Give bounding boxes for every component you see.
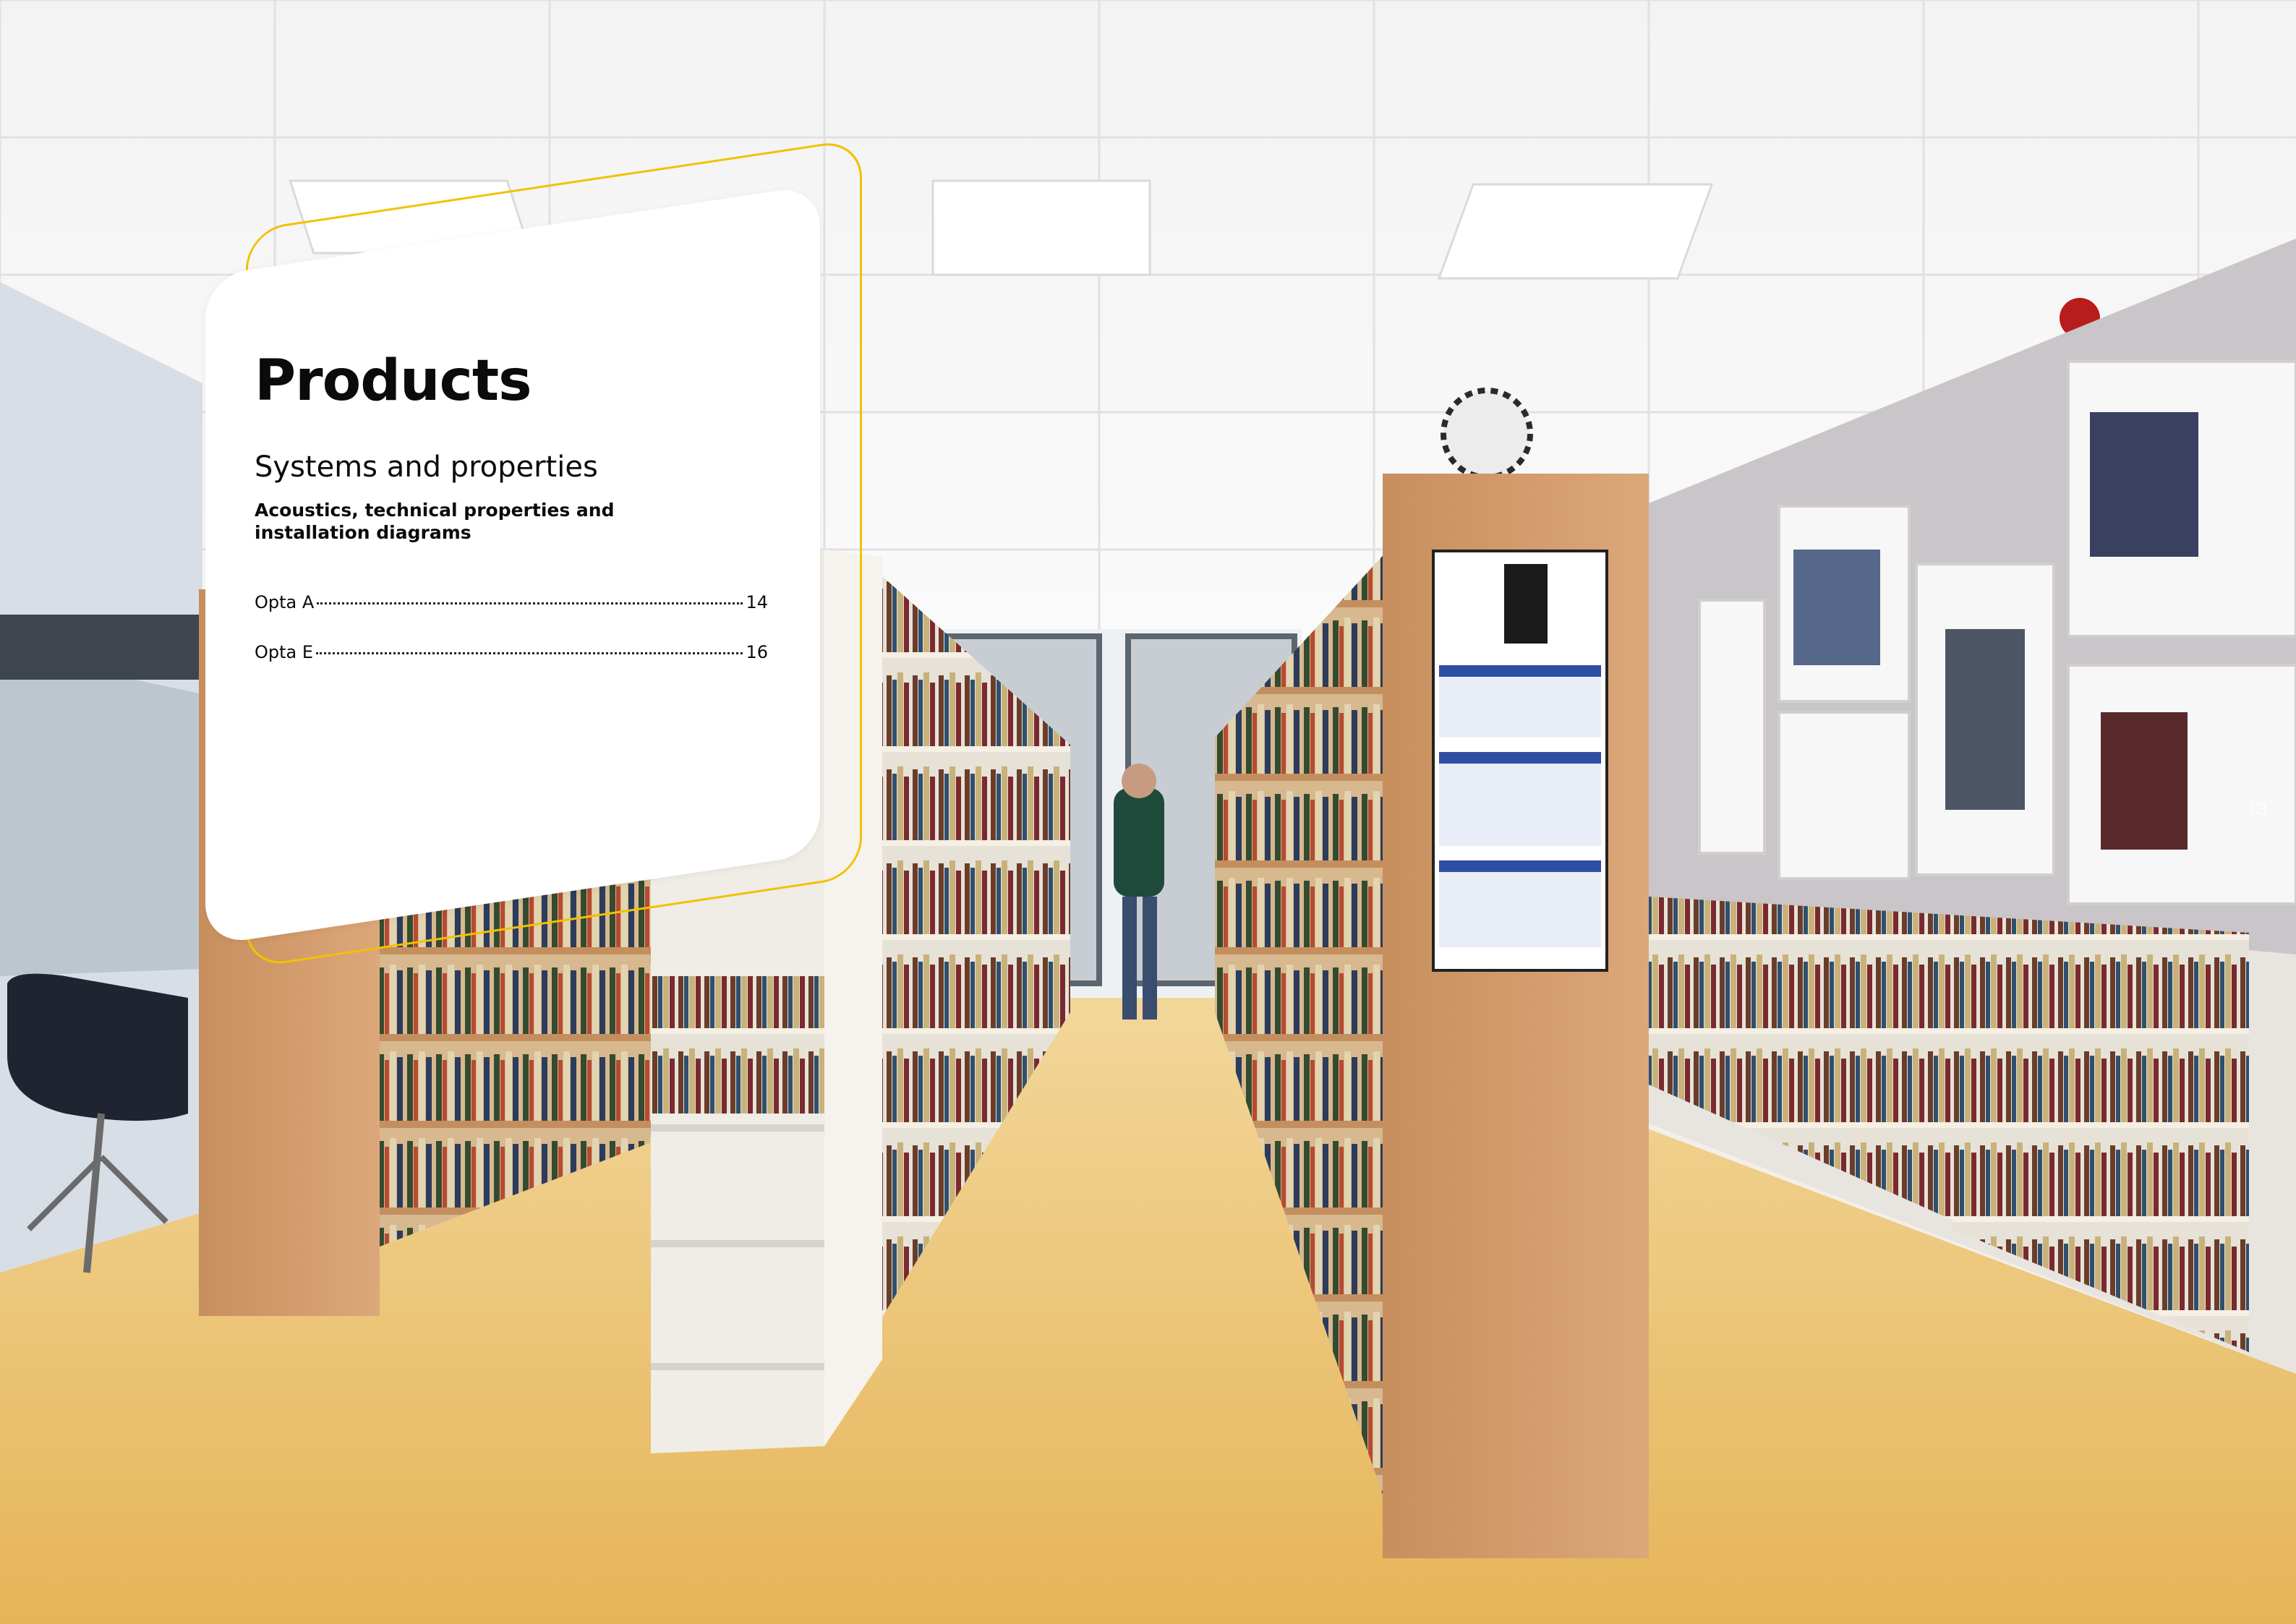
table-of-contents: Opta A 14 Opta E 16: [255, 592, 768, 692]
toc-dot-leader: [316, 651, 743, 654]
toc-dot-leader: [317, 602, 743, 604]
toc-entry-label: Opta E: [255, 641, 314, 662]
brochure-page: Products Systems and properties Acoustic…: [0, 0, 2296, 1624]
page-title: Products: [255, 349, 532, 414]
toc-entry-opta-e[interactable]: Opta E 16: [255, 642, 768, 692]
toc-entry-page: 16: [746, 641, 768, 662]
page-subtitle: Systems and properties: [255, 450, 598, 484]
toc-entry-opta-a[interactable]: Opta A 14: [255, 592, 768, 642]
section-description: Acoustics, technical properties and inst…: [255, 500, 615, 544]
toc-entry-label: Opta A: [255, 591, 315, 612]
page-number: 13: [2248, 801, 2268, 819]
toc-entry-page: 14: [746, 591, 768, 612]
card-content: Products Systems and properties Acoustic…: [255, 353, 768, 692]
